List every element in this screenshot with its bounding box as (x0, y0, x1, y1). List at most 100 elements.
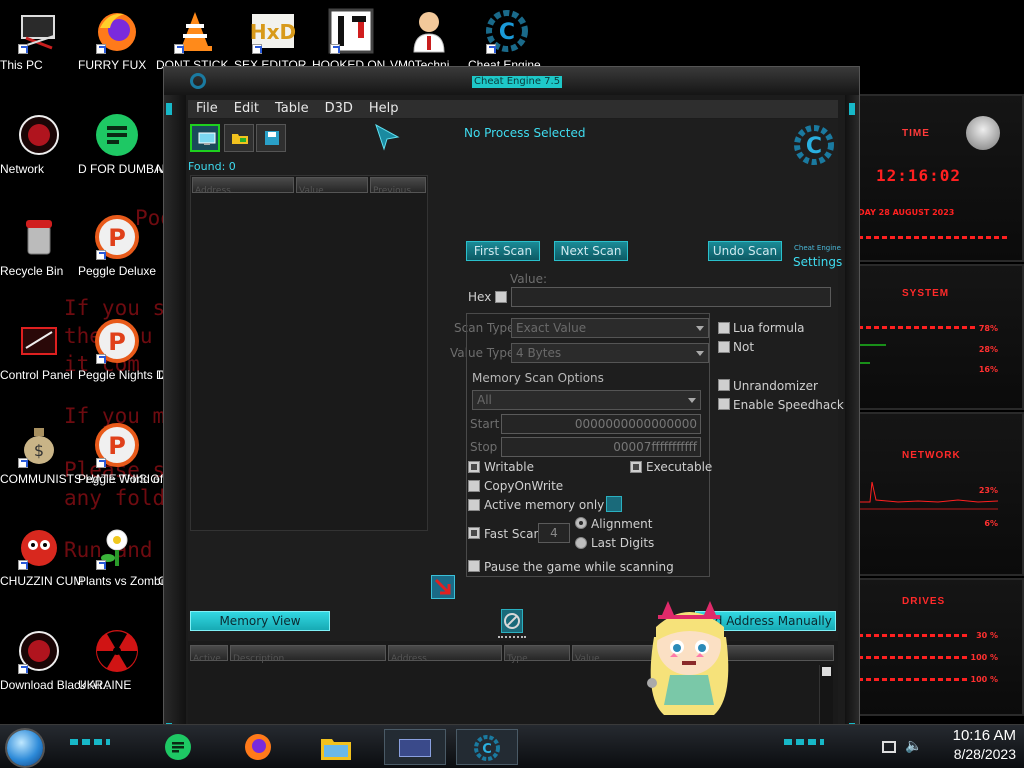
svg-text:P: P (108, 432, 126, 460)
column-header-description[interactable]: Description (230, 645, 386, 664)
alignment-radio[interactable] (575, 517, 587, 529)
copy-on-write-checkbox[interactable] (468, 480, 480, 492)
folder-icon (232, 134, 248, 144)
menu-file[interactable]: File (188, 100, 226, 118)
settings-link[interactable]: Settings (793, 255, 842, 269)
active-memory-button[interactable] (606, 496, 622, 512)
writable-label: Writable (484, 460, 534, 474)
drives-value: 30 % (976, 631, 998, 640)
last-digits-label: Last Digits (591, 536, 655, 550)
splitter-handle[interactable] (498, 636, 526, 638)
taskbar-feedly[interactable] (150, 729, 206, 765)
window-title: Cheat Engine 7.5 (472, 76, 563, 88)
scroll-up-icon[interactable] (822, 667, 831, 676)
lua-formula-checkbox[interactable] (718, 322, 730, 334)
first-scan-button[interactable]: First Scan (466, 241, 540, 261)
column-header-address[interactable]: Address (388, 645, 502, 664)
process-label[interactable]: No Process Selected (464, 126, 586, 140)
address-list-scrollbar[interactable] (819, 665, 833, 727)
network-tray-icon[interactable] (882, 741, 896, 753)
taskbar-firefox[interactable] (230, 729, 286, 765)
taskbar-app[interactable] (384, 729, 446, 765)
feedly-icon (165, 734, 191, 760)
firefox-icon (245, 734, 271, 760)
stop-address-input[interactable]: 00007fffffffffff (501, 437, 701, 457)
menu-d3d[interactable]: D3D (317, 100, 361, 118)
desktop-icon-peggle-nights[interactable]: P Peggle Nights Deluxe (78, 318, 193, 382)
desktop-icon-dont-stick[interactable]: DONT STICK (156, 8, 234, 72)
system-value: 28% (978, 345, 998, 354)
alignment-label: Alignment (591, 517, 653, 531)
open-process-button[interactable] (190, 124, 220, 152)
next-scan-button[interactable]: Next Scan (554, 241, 628, 261)
desktop-icon-d-for-dumbass[interactable]: D FOR DUMBASS (78, 112, 178, 176)
found-list[interactable]: Address Value Previous (190, 175, 428, 531)
desktop-icon-this-pc[interactable]: This PC (0, 8, 78, 72)
window-titlebar[interactable]: Cheat Engine 7.5 (164, 67, 859, 95)
copy-to-list-button[interactable] (431, 575, 455, 599)
menu-table[interactable]: Table (267, 100, 317, 118)
desktop-icon-chuzzin[interactable]: CHUZZIN CUM (0, 524, 83, 588)
network-graph (858, 481, 998, 503)
not-checkbox[interactable] (718, 341, 730, 353)
system-value: 16% (978, 365, 998, 374)
taskbar-file-explorer[interactable] (308, 729, 364, 765)
feedly-icon (96, 114, 138, 156)
column-header-value[interactable]: Value (296, 177, 368, 196)
desktop-icon-black-alien[interactable]: Download Black Ali... (0, 628, 112, 692)
desktop-icon-control-panel[interactable]: Control Panel (0, 318, 78, 382)
save-file-button[interactable] (256, 124, 286, 152)
start-address-input[interactable]: 0000000000000000 (501, 414, 701, 434)
desktop-icon-plants-vs-zombies[interactable]: Plants vs Zombies (78, 524, 176, 588)
lua-formula-label: Lua formula (733, 321, 805, 335)
system-widget: SYSTEM 78% 28% 16% (856, 264, 1024, 410)
last-digits-radio[interactable] (575, 537, 587, 549)
writable-checkbox[interactable] (468, 461, 480, 473)
desktop-icon-furry-fux[interactable]: FURRY FUX (78, 8, 156, 72)
taskbar-clock[interactable]: 10:16 AM 8/28/2023 (932, 727, 1016, 763)
desktop-icon-cheat-engine[interactable]: C Cheat Engine (468, 8, 546, 72)
desktop-icon-sex-editor[interactable]: HxD SEX EDITOR (234, 8, 312, 72)
menu-edit[interactable]: Edit (226, 100, 267, 118)
desktop-icon-communists[interactable]: $ COMMUNISTS HATE THIS G... (0, 422, 170, 486)
column-header-active[interactable]: Active (190, 645, 228, 664)
value-label: Value: (510, 272, 547, 286)
memory-view-button[interactable]: Memory View (190, 611, 330, 631)
desktop-icon-vm0technic[interactable]: VM0Techni (390, 8, 468, 72)
pause-game-checkbox[interactable] (468, 560, 480, 572)
speedhack-checkbox[interactable] (718, 398, 730, 410)
active-memory-checkbox[interactable] (468, 499, 480, 511)
desktop-icon-peggle-wow[interactable]: P Peggle World of Warcraft ... (78, 422, 225, 486)
desktop-icon-network[interactable]: Network (0, 112, 78, 176)
volume-tray-icon[interactable]: 🔈 (905, 739, 922, 753)
window-frame-left (164, 95, 186, 735)
column-header-type[interactable]: Type (504, 645, 570, 664)
no-entry-button[interactable] (501, 609, 523, 633)
fast-scan-input[interactable]: 4 (538, 523, 570, 543)
hex-checkbox[interactable] (495, 291, 507, 303)
wallpaper-text: If you s (64, 296, 166, 320)
taskbar-cheat-engine[interactable]: C (456, 729, 518, 765)
cheat-engine-window: Cheat Engine 7.5 File Edit Table D3D Hel… (163, 66, 860, 735)
taskbar-decoration (784, 739, 824, 745)
undo-scan-button[interactable]: Undo Scan (708, 241, 782, 261)
value-input[interactable] (511, 287, 831, 307)
open-file-button[interactable] (224, 124, 254, 152)
column-header-address[interactable]: Address (192, 177, 294, 196)
desktop-icon-hooked-on[interactable]: HOOKED ON (312, 8, 390, 72)
menu-help[interactable]: Help (361, 100, 407, 118)
desktop-icon-ukraine[interactable]: UKRAINE (78, 628, 156, 692)
memory-region-select[interactable]: All (472, 390, 701, 410)
time-widget: TIME 12:16:02 DAY 28 AUGUST 2023 (856, 94, 1024, 262)
widget-title: DRIVES (902, 596, 946, 607)
column-header-previous[interactable]: Previous (370, 177, 426, 196)
hex-label: Hex (468, 290, 492, 304)
desktop-icon-peggle-deluxe[interactable]: P Peggle Deluxe (78, 214, 156, 278)
start-button[interactable] (7, 730, 43, 766)
desktop-icon-recycle-bin[interactable]: Recycle Bin (0, 214, 78, 278)
unrandomizer-checkbox[interactable] (718, 379, 730, 391)
fast-scan-checkbox[interactable] (468, 527, 480, 539)
executable-checkbox[interactable] (630, 461, 642, 473)
taskbar-date: 8/28/2023 (953, 746, 1016, 762)
window-frame-right (845, 95, 859, 735)
